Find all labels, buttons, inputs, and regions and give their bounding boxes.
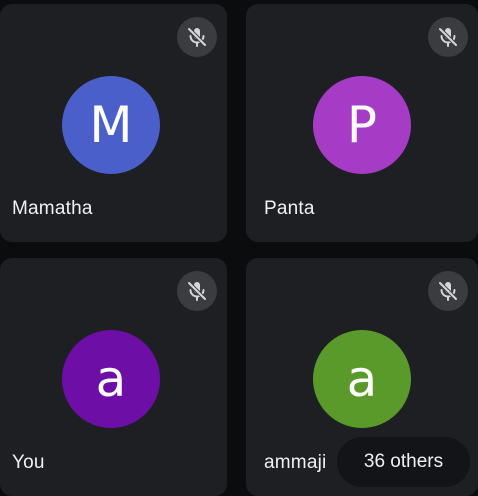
- others-button[interactable]: 36 others: [337, 437, 470, 487]
- participant-tile-2[interactable]: P Panta: [246, 4, 478, 242]
- mic-off-icon[interactable]: [177, 271, 217, 311]
- avatar: M: [62, 76, 160, 174]
- mic-off-icon[interactable]: [428, 17, 468, 57]
- participant-tile-1[interactable]: M Mamatha: [0, 4, 227, 242]
- mic-off-icon[interactable]: [177, 17, 217, 57]
- participant-name: ammaji: [264, 452, 327, 473]
- participant-name: You: [12, 452, 45, 473]
- avatar: a: [62, 330, 160, 428]
- participant-name: Panta: [264, 198, 315, 219]
- mic-off-icon[interactable]: [428, 271, 468, 311]
- avatar: a: [313, 330, 411, 428]
- participant-tile-3[interactable]: a You: [0, 258, 227, 496]
- participant-name: Mamatha: [12, 198, 93, 219]
- avatar: P: [313, 76, 411, 174]
